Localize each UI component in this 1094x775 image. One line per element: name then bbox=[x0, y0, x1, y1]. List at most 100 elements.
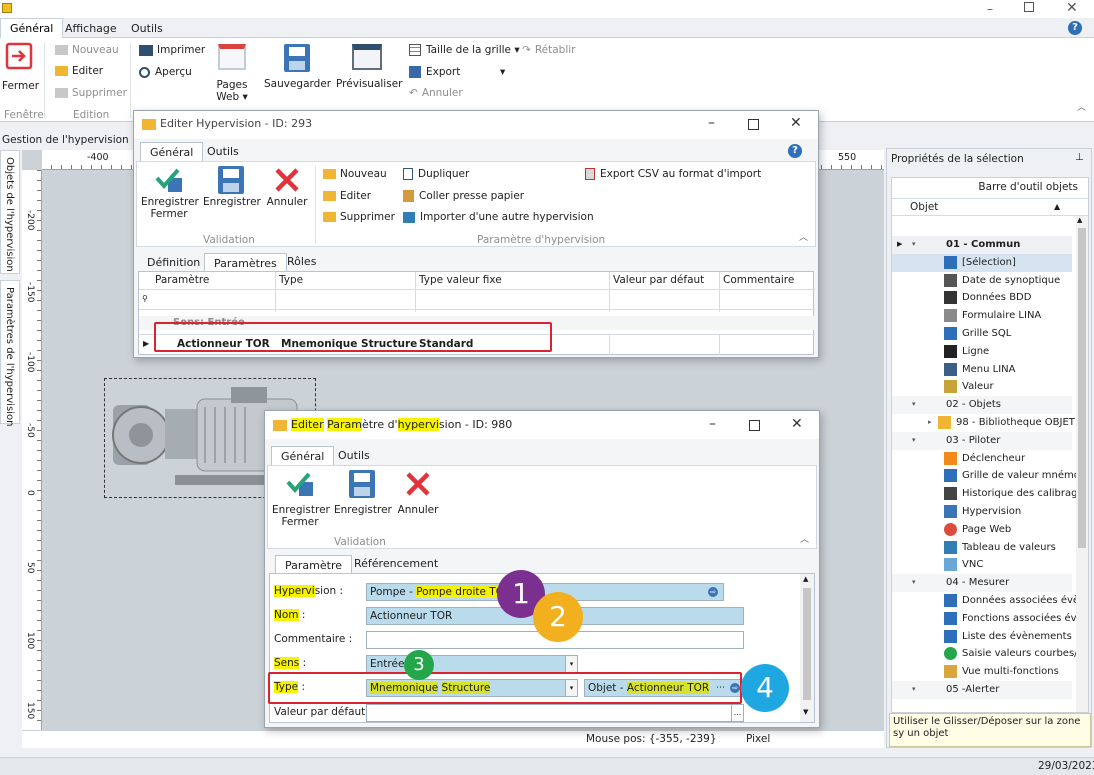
tree-item[interactable]: Saisie valeurs courbes/o bbox=[892, 645, 1076, 663]
expand-caret-icon[interactable]: ▸ bbox=[928, 414, 932, 432]
tree-item[interactable]: ▾ 02 - Objets bbox=[892, 396, 1072, 414]
dialog2-subtab-referencement[interactable]: Référencement bbox=[345, 554, 447, 573]
side-tab-objets[interactable]: Objets de l'hypervision bbox=[0, 150, 20, 274]
collapse-caret-icon[interactable]: ▾ bbox=[912, 574, 916, 592]
dialog1-importer-button[interactable]: Importer d'une autre hypervision bbox=[403, 211, 594, 223]
dialog1-dupliquer-button[interactable]: Dupliquer bbox=[403, 168, 469, 180]
nouveau-button[interactable]: Nouveau bbox=[55, 44, 119, 56]
tree-item[interactable]: [Sélection] bbox=[892, 253, 1072, 272]
navigate-circle-icon[interactable]: ⇨ bbox=[708, 587, 718, 597]
dialog1-tab-general[interactable]: Général bbox=[140, 142, 204, 162]
dialog1-minimize-button[interactable]: – bbox=[708, 115, 715, 131]
apercu-button[interactable]: Aperçu bbox=[139, 66, 192, 78]
previsualiser-button[interactable]: Prévisualiser bbox=[336, 44, 402, 90]
tree-item[interactable]: Tableau de valeurs bbox=[892, 539, 1072, 557]
tree-item[interactable]: Formulaire LINA bbox=[892, 307, 1072, 325]
help-icon[interactable]: ? bbox=[1068, 21, 1082, 35]
collapse-ribbon-icon[interactable]: ︿ bbox=[1077, 100, 1086, 113]
ribbon-tab-affichage[interactable]: Affichage bbox=[56, 19, 126, 38]
dialog1-coller-button[interactable]: Coller presse papier bbox=[403, 190, 524, 202]
col-commentaire[interactable]: Commentaire bbox=[723, 274, 794, 286]
tree-item[interactable]: Fonctions associées évè bbox=[892, 610, 1076, 628]
tree-item[interactable]: Liste des évènements bbox=[892, 628, 1072, 646]
form-scrollbar-thumb[interactable] bbox=[803, 588, 811, 700]
filter-row[interactable]: ⚲ bbox=[139, 290, 815, 310]
tree-item[interactable]: VNC bbox=[892, 556, 1072, 574]
close-window-button[interactable]: ✕ bbox=[1066, 0, 1078, 16]
export-button[interactable]: Export bbox=[409, 66, 460, 78]
tree-item[interactable]: ▾ ▶ 01 - Commun bbox=[892, 236, 1072, 254]
collapse-caret-icon[interactable]: ▾ bbox=[912, 432, 916, 450]
tree-item[interactable]: Historique des calibrage bbox=[892, 485, 1076, 503]
taille-grille-button[interactable]: Taille de la grille ▾ bbox=[409, 44, 520, 56]
tree-item[interactable]: Page Web bbox=[892, 521, 1072, 539]
dialog2-cancel-button[interactable]: Annuler bbox=[396, 470, 440, 516]
dialog2-tab-outils[interactable]: Outils bbox=[329, 446, 379, 465]
tree-item[interactable]: ▾ 05 -Alerter bbox=[892, 681, 1072, 699]
ribbon-tab-outils[interactable]: Outils bbox=[122, 19, 172, 38]
col-valeur-defaut[interactable]: Valeur par défaut bbox=[613, 274, 704, 286]
dialog1-save-close-button[interactable]: Enregistrer Fermer bbox=[141, 166, 199, 220]
tree-column-objet[interactable]: Objet bbox=[910, 201, 938, 213]
collapse-caret-icon[interactable]: ▾ bbox=[912, 396, 916, 414]
defaut-field[interactable]: ... bbox=[366, 704, 744, 722]
tree-item[interactable]: Ligne bbox=[892, 343, 1072, 361]
dialog1-record-button[interactable]: Enregistrer bbox=[203, 166, 261, 208]
tree-item[interactable]: Valeur bbox=[892, 378, 1072, 396]
tree-item[interactable]: Date de synoptique bbox=[892, 272, 1072, 290]
dialog1-subtab-roles[interactable]: Rôles bbox=[278, 252, 325, 271]
tree-item[interactable]: ▾ 03 - Piloter bbox=[892, 431, 1072, 450]
dialog2-subtab-parametre[interactable]: Paramètre bbox=[275, 555, 352, 573]
tree-item[interactable]: Déclencheur bbox=[892, 450, 1072, 468]
dialog1-supprimer-button[interactable]: Supprimer bbox=[323, 211, 395, 223]
dialog1-subtab-parametres[interactable]: Paramètres bbox=[204, 253, 287, 271]
dialog1-help-icon[interactable]: ? bbox=[788, 144, 802, 158]
form-scrollbar[interactable]: ▲ ▼ bbox=[800, 574, 814, 722]
restore-button[interactable] bbox=[1024, 2, 1034, 12]
col-type[interactable]: Type bbox=[279, 274, 303, 286]
annuler-button[interactable]: ↶ Annuler bbox=[409, 87, 463, 99]
tree-item[interactable]: Menu LINA bbox=[892, 361, 1072, 379]
dialog2-maximize-button[interactable] bbox=[749, 420, 760, 431]
tree-item[interactable]: Hypervision bbox=[892, 503, 1072, 521]
supprimer-button[interactable]: Supprimer bbox=[55, 87, 127, 99]
col-parametre[interactable]: Paramètre bbox=[155, 274, 209, 286]
tree-item[interactable]: Données BDD bbox=[892, 289, 1072, 307]
tree-item[interactable]: ▾ 04 - Mesurer bbox=[892, 574, 1072, 592]
dialog2-save-close-button[interactable]: Enregistrer Fermer bbox=[272, 470, 330, 528]
dialog1-tab-outils[interactable]: Outils bbox=[198, 142, 248, 161]
tree-scrollbar[interactable]: ▲ bbox=[1076, 216, 1088, 712]
tree-item[interactable]: Grille SQL bbox=[892, 325, 1072, 343]
dialog2-close-button[interactable]: ✕ bbox=[791, 416, 803, 432]
dialog2-minimize-button[interactable]: – bbox=[709, 416, 716, 432]
tree-scrollbar-thumb[interactable] bbox=[1078, 228, 1086, 548]
dialog1-collapse-icon[interactable]: ︿ bbox=[799, 230, 808, 243]
side-tab-parametres[interactable]: Paramètres de l'hypervision bbox=[0, 280, 20, 426]
dialog1-editer-button[interactable]: Editer bbox=[323, 190, 371, 202]
dialog1-close-button[interactable]: ✕ bbox=[790, 115, 802, 131]
editer-button[interactable]: Editer bbox=[55, 65, 103, 77]
dialog1-cancel-button[interactable]: Annuler bbox=[265, 166, 309, 208]
tree-item[interactable]: Grille de valeur mnémoni bbox=[892, 467, 1076, 485]
dialog2-collapse-icon[interactable]: ︿ bbox=[800, 532, 809, 545]
minimize-button[interactable]: – bbox=[987, 2, 1001, 16]
sens-select[interactable]: Entrée ▾ bbox=[366, 655, 578, 673]
tree-item[interactable]: Données associées évè bbox=[892, 592, 1076, 610]
doc-tab-gestion[interactable]: Gestion de l'hypervision bbox=[2, 134, 129, 146]
imprimer-button[interactable]: Imprimer bbox=[139, 44, 205, 56]
dialog2-tab-general[interactable]: Général bbox=[271, 446, 335, 466]
retablir-button[interactable]: ↷ Rétablir bbox=[522, 44, 575, 56]
ribbon-tab-general[interactable]: Général bbox=[0, 18, 64, 39]
tree-item[interactable]: ▸ 98 - Bibliotheque OBJET bbox=[892, 414, 1075, 432]
fermer-button[interactable]: Fermer bbox=[2, 41, 39, 97]
collapse-caret-icon[interactable]: ▾ bbox=[912, 236, 916, 254]
dialog1-subtab-definition[interactable]: Définition bbox=[138, 253, 209, 272]
dialog1-export-csv-button[interactable]: Export CSV au format d'import bbox=[585, 168, 761, 180]
export-dropdown-icon[interactable]: ▾ bbox=[500, 66, 505, 78]
sauvegarder-button[interactable]: Sauvegarder bbox=[264, 44, 331, 90]
dialog1-nouveau-button[interactable]: Nouveau bbox=[323, 168, 387, 180]
pin-icon[interactable]: ⊥ bbox=[1075, 152, 1084, 163]
collapse-caret-icon[interactable]: ▾ bbox=[912, 681, 916, 699]
pages-web-button[interactable]: Pages Web ▾ bbox=[212, 44, 252, 103]
tree-list[interactable]: ▾ ▶ 01 - Commun [Sélection] Date de synoptiq… bbox=[892, 236, 1076, 710]
